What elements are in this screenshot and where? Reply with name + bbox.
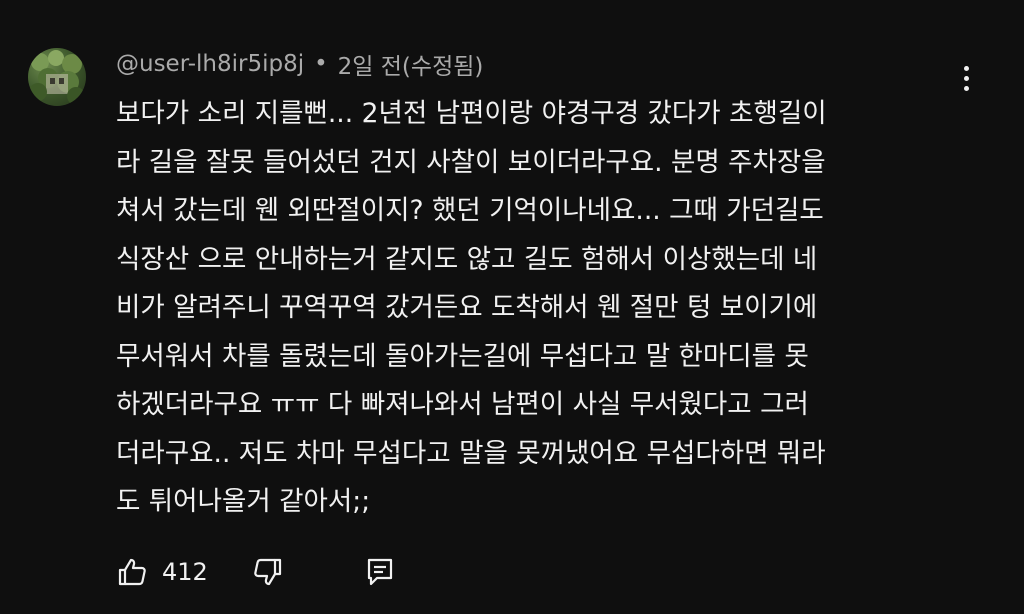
like-button[interactable]: 412: [116, 556, 208, 588]
avatar[interactable]: [28, 48, 86, 106]
comment-actions: 412: [116, 550, 396, 594]
author-name[interactable]: @user-lh8ir5ip8j: [116, 51, 304, 77]
reply-comment-icon: [367, 558, 392, 586]
meta-separator: •: [314, 51, 328, 77]
like-count: 412: [162, 558, 208, 586]
comment-thread: @user-lh8ir5ip8j • 2일 전(수정됨) 보다가 소리 지를뻔.…: [0, 0, 1024, 614]
more-vert-icon[interactable]: [952, 58, 980, 98]
comment-timestamp[interactable]: 2일 전(수정됨): [338, 47, 484, 81]
avatar-image: [29, 50, 85, 105]
reply-button[interactable]: [364, 556, 396, 588]
thumbs-up-icon: [118, 558, 146, 586]
comment-header: @user-lh8ir5ip8j • 2일 전(수정됨): [116, 44, 946, 84]
comment-body: @user-lh8ir5ip8j • 2일 전(수정됨) 보다가 소리 지를뻔.…: [116, 44, 946, 527]
comment-text: 보다가 소리 지를뻔... 2년전 남편이랑 야경구경 갔다가 초행길이 라 길…: [116, 98, 827, 517]
dislike-button[interactable]: [252, 556, 284, 588]
thumbs-down-icon: [254, 558, 281, 586]
